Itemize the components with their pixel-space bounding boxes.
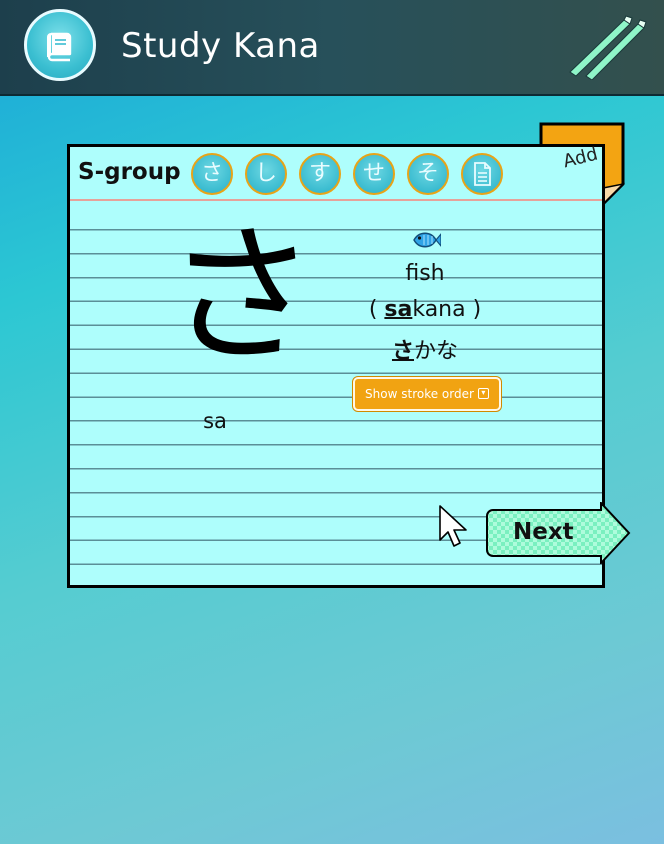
stroke-order-label: Show stroke order bbox=[365, 387, 474, 401]
kana-button-se[interactable]: せ bbox=[353, 153, 395, 195]
kana-button-so[interactable]: そ bbox=[407, 153, 449, 195]
word-romaji-rest: kana ) bbox=[412, 297, 482, 322]
word-kana: さかな bbox=[370, 333, 480, 365]
kana-button-shi[interactable]: し bbox=[245, 153, 287, 195]
kana-button-sa[interactable]: さ bbox=[191, 153, 233, 195]
kana-romaji: sa bbox=[203, 409, 227, 433]
word-kana-rest: かな bbox=[414, 339, 459, 364]
word-english: fish bbox=[405, 261, 445, 286]
word-romaji: ( sakana ) bbox=[350, 297, 500, 322]
document-icon bbox=[474, 162, 491, 186]
page-title: Study Kana bbox=[121, 26, 320, 66]
word-romaji-open: ( bbox=[368, 297, 385, 322]
chevron-down-icon: ▾ bbox=[477, 388, 489, 399]
word-romaji-highlight: sa bbox=[384, 297, 413, 322]
main-kana-character: さ bbox=[166, 210, 317, 384]
pencil-icon[interactable] bbox=[566, 14, 650, 80]
card-header: S-group さ し す せ そ bbox=[70, 147, 602, 201]
kana-button-su[interactable]: す bbox=[299, 153, 341, 195]
book-icon bbox=[47, 32, 72, 62]
group-label: S-group bbox=[78, 159, 181, 185]
fish-icon bbox=[413, 232, 441, 248]
next-label: Next bbox=[513, 519, 574, 545]
mouse-cursor-icon bbox=[439, 505, 467, 547]
app-header: Study Kana bbox=[0, 0, 664, 96]
app-logo-button[interactable] bbox=[24, 9, 96, 81]
word-kana-highlight: さ bbox=[391, 339, 414, 364]
notes-button[interactable] bbox=[461, 153, 503, 195]
show-stroke-order-button[interactable]: Show stroke order ▾ bbox=[353, 377, 501, 411]
